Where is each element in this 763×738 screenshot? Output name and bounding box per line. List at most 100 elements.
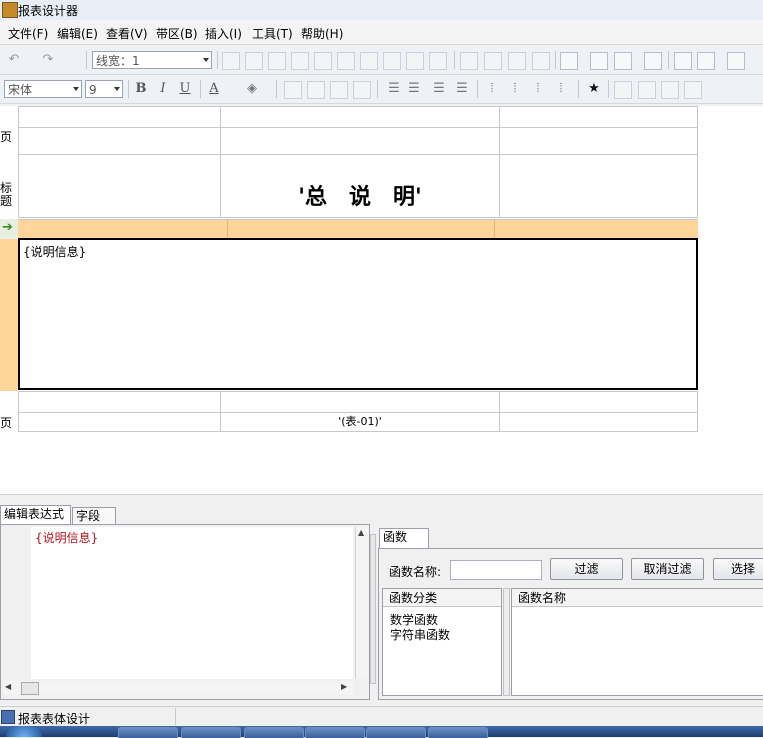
border-grid-icon[interactable] [268,52,286,70]
page-footer-cell[interactable] [18,412,221,432]
report-design-area[interactable]: 页 标题 '总 说 明' ➔ {说明信息} 页 '(表-01)' [0,106,763,505]
underline-button[interactable]: U [177,81,193,97]
font-name-select[interactable]: 宋体 [4,80,82,98]
page-icon[interactable] [614,81,632,99]
function-name-input[interactable] [450,560,542,580]
preview-icon[interactable] [684,81,702,99]
page-header-cell[interactable] [220,127,500,155]
select-button[interactable]: 选择 [713,558,763,580]
justify-icon[interactable]: ☰ [454,81,470,97]
title-main-cell[interactable]: '总 说 明' [220,154,500,218]
valign-top-icon[interactable]: ⦙ [484,81,500,97]
valign-justify-icon[interactable]: ⦙ [553,81,569,97]
vertical-scrollbar[interactable]: ▲ [355,527,368,679]
cell-table-icon[interactable] [330,81,348,99]
align-left-icon[interactable]: ☰ [386,81,402,97]
taskbar-app[interactable] [366,727,426,738]
cancel-filter-button[interactable]: 取消过滤 [631,558,704,580]
border-outline-icon[interactable] [360,52,378,70]
border-all-icon[interactable] [222,52,240,70]
title-cell[interactable] [18,154,221,218]
page-header-cell[interactable] [499,127,698,155]
taskbar-app[interactable] [244,727,304,738]
menu-band[interactable]: 带区(B) [156,25,198,42]
font-color-button[interactable]: A [206,81,222,97]
cell-format-icon[interactable] [284,81,302,99]
horizontal-scrollbar[interactable]: ◀ ▶ [3,681,353,695]
panel-splitter[interactable] [370,534,376,684]
category-item-string[interactable]: 字符串函数 [390,626,450,643]
tab-fields[interactable]: 字段 [72,507,116,524]
undo-icon[interactable]: ↶ [6,52,22,68]
menu-tools[interactable]: 工具(T) [252,25,293,42]
cell-style-icon[interactable] [307,81,325,99]
expression-editor[interactable]: {说明信息} [31,527,353,679]
font-size-select[interactable]: 9 [85,80,123,98]
footer-cell[interactable] [220,391,500,413]
column-header-band[interactable] [18,219,698,240]
menu-edit[interactable]: 编辑(E) [57,25,98,42]
splitter[interactable] [0,494,763,505]
detail-cell[interactable]: {说明信息} [18,238,698,390]
category-header[interactable]: 函数分类 [383,589,501,607]
delete-row-icon[interactable] [532,52,550,70]
border-bottom-icon[interactable] [314,52,332,70]
taskbar-app[interactable] [181,727,241,738]
star-icon[interactable]: ★ [586,81,602,97]
taskbar-app[interactable] [428,727,488,738]
header-cell[interactable] [18,106,221,128]
scroll-left-icon[interactable]: ◀ [5,682,11,691]
align-center-icon[interactable] [590,52,608,70]
list-splitter[interactable] [503,588,510,696]
insert-row-icon[interactable] [508,52,526,70]
taskbar-app[interactable] [118,727,178,738]
menu-file[interactable]: 文件(F) [8,25,48,42]
scroll-right-icon[interactable]: ▶ [341,682,347,691]
header-cell[interactable] [220,106,500,128]
header-cell[interactable] [499,106,698,128]
redo-icon[interactable]: ↷ [40,52,56,68]
page-footer-main-cell[interactable]: '(表-01)' [220,412,500,432]
align-left-edges-icon[interactable] [560,52,578,70]
table-insert-icon[interactable] [727,52,745,70]
page-footer-cell[interactable] [499,412,698,432]
footer-cell[interactable] [18,391,221,413]
diagonal-up-icon[interactable] [429,52,447,70]
border-cross-icon[interactable] [337,52,355,70]
valign-bottom-icon[interactable]: ⦙ [530,81,546,97]
grid-icon[interactable] [674,52,692,70]
cell-edit-icon[interactable] [353,81,371,99]
export-icon[interactable] [661,81,679,99]
line-width-select[interactable]: 线宽：1 [92,51,212,69]
scroll-up-icon[interactable]: ▲ [358,528,364,537]
menu-insert[interactable]: 插入(I) [205,25,242,42]
tab-functions[interactable]: 函数 [379,528,429,549]
start-button[interactable] [6,726,42,737]
italic-button[interactable]: I [155,81,171,97]
diagonal-down-icon[interactable] [406,52,424,70]
menu-help[interactable]: 帮助(H) [301,25,343,42]
tab-edit-expression[interactable]: 编辑表达式 [0,505,71,524]
footer-cell[interactable] [499,391,698,413]
align-center-text-icon[interactable]: ☰ [406,81,422,97]
border-top-icon[interactable] [291,52,309,70]
bold-button[interactable]: B [133,81,149,97]
menu-view[interactable]: 查看(V) [106,25,148,42]
align-right-icon[interactable]: ☰ [431,81,447,97]
border-inner-icon[interactable] [245,52,263,70]
merge-cells-icon[interactable] [460,52,478,70]
valign-middle-icon[interactable]: ⦙ [507,81,523,97]
align-top-icon[interactable] [614,52,632,70]
filter-button[interactable]: 过滤 [550,558,623,580]
function-list-header[interactable]: 函数名称 [512,589,763,607]
distribute-icon[interactable] [644,52,662,70]
settings-icon[interactable] [638,81,656,99]
split-cells-icon[interactable] [484,52,502,70]
fill-color-icon[interactable]: ◈ [244,81,260,97]
border-box-icon[interactable] [383,52,401,70]
taskbar-app[interactable] [305,727,365,738]
scroll-thumb[interactable] [21,682,39,695]
table-grid-icon[interactable] [697,52,715,70]
title-cell[interactable] [499,154,698,218]
page-header-cell[interactable] [18,127,221,155]
